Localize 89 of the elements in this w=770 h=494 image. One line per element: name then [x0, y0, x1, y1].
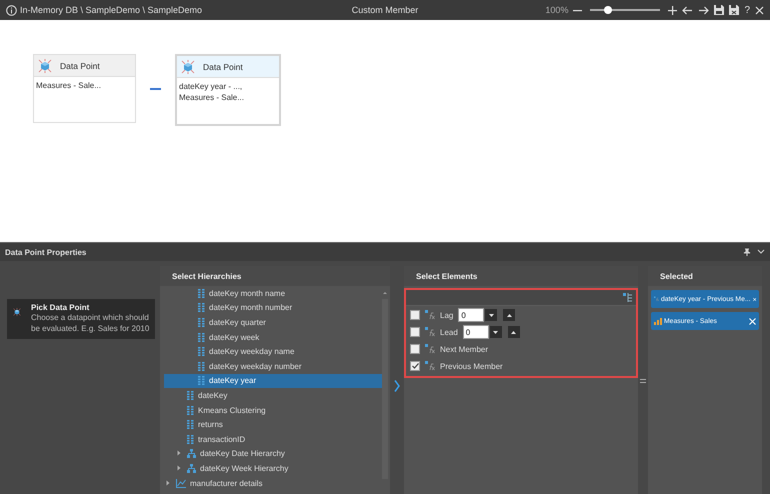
hierarchy-icon	[187, 464, 196, 473]
step-title: Pick Data Point	[31, 303, 90, 312]
tree-item[interactable]: dateKey month number	[164, 300, 384, 316]
card-body-text: Measures - Sale...	[35, 80, 102, 92]
checkbox[interactable]	[410, 310, 420, 320]
decrement-button[interactable]	[485, 309, 498, 321]
zoom-reading: 100%	[545, 5, 568, 15]
hierarchy-icon	[187, 449, 196, 458]
attribute-icon	[198, 347, 205, 356]
chevron-right-icon[interactable]	[394, 380, 400, 392]
save-as-icon[interactable]	[729, 5, 740, 15]
data-point-card[interactable]: Data Point dateKey year - ..., Measures - Sale...	[175, 54, 281, 126]
checkbox[interactable]	[410, 327, 420, 337]
collapsed-caret-icon[interactable]	[177, 450, 181, 456]
caret-up-icon	[511, 330, 516, 334]
element-label: Lag	[440, 310, 454, 320]
element-label: Previous Member	[440, 362, 503, 370]
chevron-down-icon[interactable]	[757, 249, 765, 255]
number-field[interactable]: 0	[458, 308, 484, 322]
bar-chart-icon	[654, 318, 662, 324]
cube-icon	[38, 58, 52, 72]
step-item[interactable]: Pick Data Point Choose a datapoint which should be evaluated. E.g. Sales for 2010	[7, 299, 155, 339]
tree-item[interactable]: manufacturer details	[164, 476, 384, 490]
tree-item[interactable]: dateKey Week Hierarchy	[164, 461, 384, 476]
splitter-handle-icon[interactable]	[640, 379, 646, 383]
checkbox[interactable]	[410, 361, 420, 371]
tree-item[interactable]: dateKey month name	[164, 286, 384, 301]
card-body-text: dateKey year - ..., Measures - Sale...	[178, 81, 245, 104]
section-header: Selected	[648, 266, 762, 286]
calculated-member-icon	[425, 361, 435, 371]
forward-arrow-icon[interactable]	[698, 6, 710, 14]
attribute-icon	[198, 303, 205, 312]
data-point-card[interactable]: Data Point Measures - Sale...	[33, 54, 136, 123]
element-label: Next Member	[440, 344, 488, 354]
attribute-icon	[198, 288, 205, 298]
cube-icon	[181, 60, 195, 74]
save-icon[interactable]	[714, 5, 724, 15]
tree-item[interactable]: dateKey weekday name	[164, 344, 384, 359]
number-field[interactable]: 0	[462, 325, 489, 339]
attribute-icon	[187, 420, 194, 430]
attribute-icon	[187, 406, 194, 415]
collapsed-caret-icon[interactable]	[177, 464, 181, 471]
attribute-icon	[187, 390, 194, 400]
section-header: Select Hierarchies	[160, 266, 390, 286]
attribute-icon	[198, 318, 205, 327]
attribute-icon	[198, 362, 205, 371]
minus-operator	[150, 88, 161, 90]
caret-down-icon	[493, 330, 498, 334]
increment-button[interactable]	[508, 326, 520, 338]
collapsed-caret-icon[interactable]	[166, 480, 170, 486]
calculated-member-icon	[425, 310, 435, 320]
breadcrumb-path: In-Memory DB \ SampleDemo \ SampleDemo	[20, 5, 202, 15]
tree-item[interactable]: dateKey quarter	[164, 315, 384, 330]
checkbox[interactable]	[410, 344, 420, 354]
check-icon	[412, 363, 418, 369]
chart-line-icon	[176, 478, 186, 488]
pin-icon[interactable]	[743, 248, 751, 256]
tree-item[interactable]: dateKey	[164, 388, 384, 403]
tree-item[interactable]: dateKey weekday number	[164, 358, 384, 374]
window-title: Custom Member	[352, 5, 418, 15]
close-icon[interactable]	[755, 6, 764, 14]
step-description: Choose a datapoint which should be evaluated. E.g. Sales for 2010	[31, 312, 150, 334]
tree-item[interactable]: dateKey week	[164, 330, 384, 344]
card-title: Data Point	[60, 60, 100, 70]
info-icon	[6, 4, 17, 16]
tree-item[interactable]: Kmeans Clustering	[164, 402, 384, 418]
increment-button[interactable]	[503, 309, 516, 321]
panel-title: Data Point Properties	[5, 248, 88, 256]
tree-view-icon[interactable]	[623, 293, 633, 302]
decrement-button[interactable]	[490, 326, 502, 338]
tree-item[interactable]: transactionID	[164, 432, 384, 447]
calculated-member-icon	[425, 327, 435, 337]
tree-item[interactable]: dateKey Date Hierarchy	[164, 446, 384, 462]
attribute-icon	[198, 376, 205, 386]
tree-item[interactable]: dateKey year	[164, 374, 384, 388]
back-arrow-icon[interactable]	[682, 6, 694, 14]
calculated-member-icon	[654, 294, 659, 304]
tree-item[interactable]: returns	[164, 417, 384, 432]
help-button[interactable]: ?	[744, 4, 750, 16]
card-title: Data Point	[203, 62, 243, 72]
caret-up-icon	[506, 314, 512, 316]
slider-thumb[interactable]	[604, 6, 612, 14]
element-label: Lead	[440, 328, 458, 336]
calculated-member-icon	[425, 344, 435, 354]
attribute-icon	[187, 434, 194, 444]
caret-down-icon	[488, 314, 494, 316]
zoom-in-icon[interactable]	[668, 6, 678, 14]
attribute-icon	[198, 332, 205, 342]
section-header: Select Elements	[404, 266, 638, 286]
